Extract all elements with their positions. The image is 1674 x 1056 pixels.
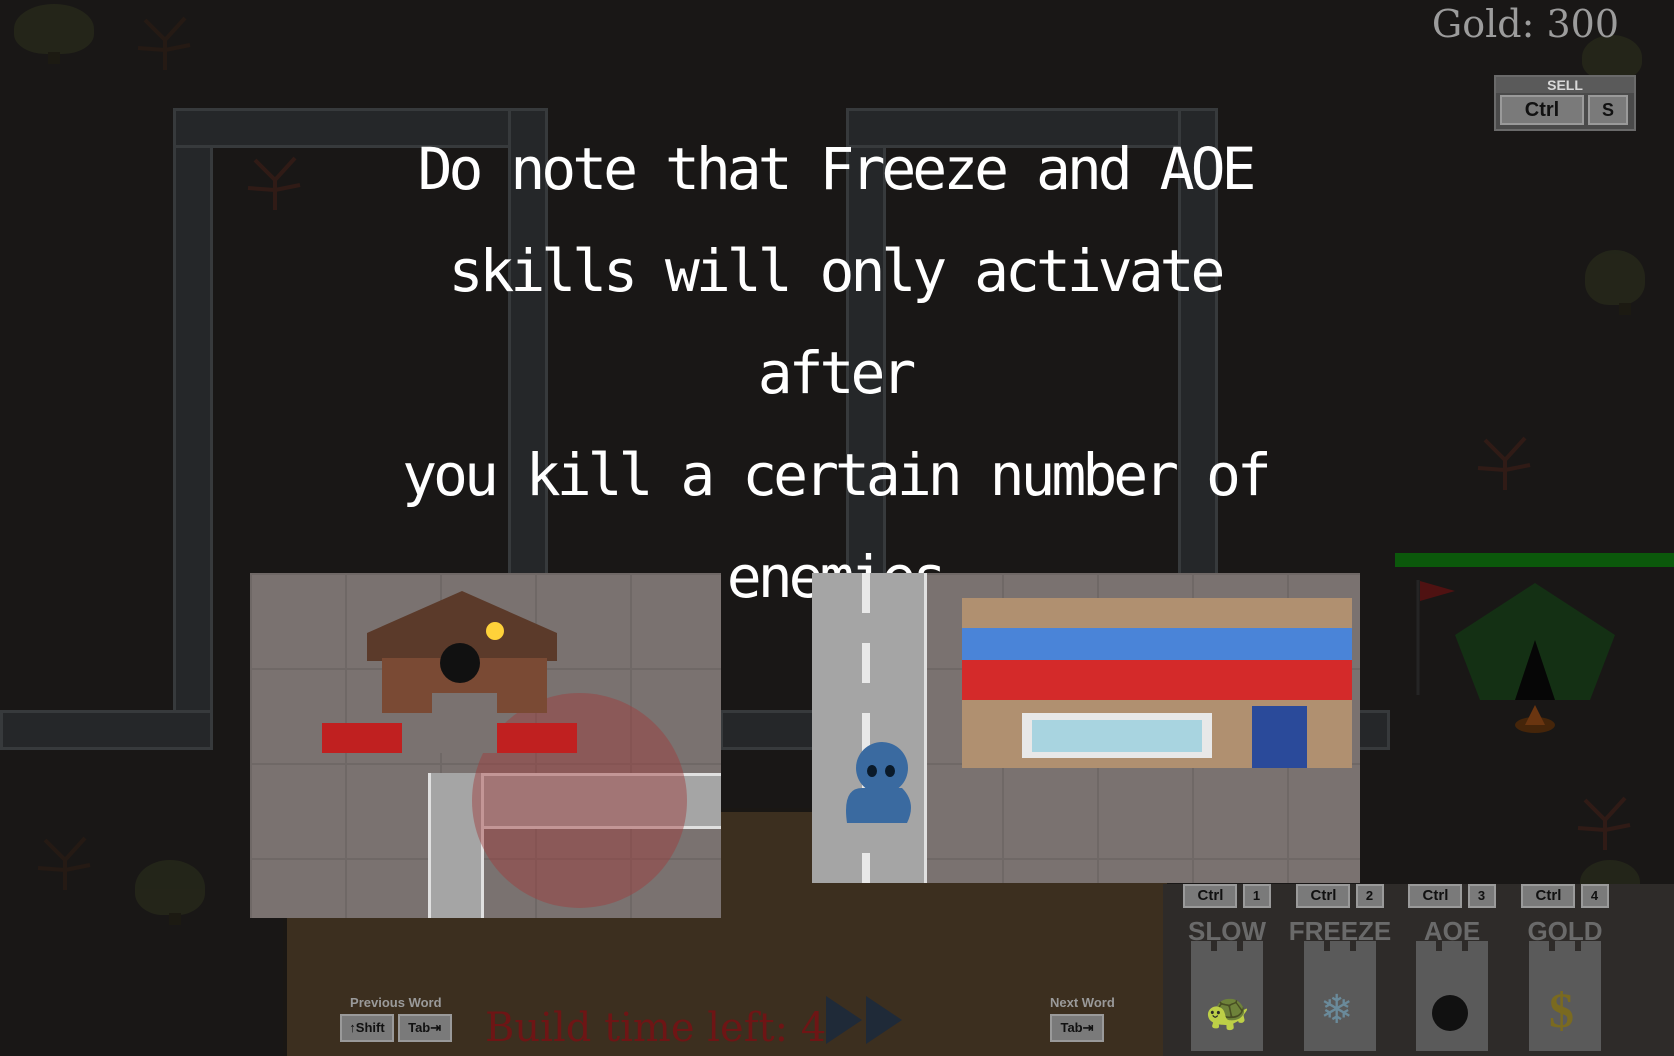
skill-ctrl-key: Ctrl [1408,884,1463,908]
skill-ctrl-key: Ctrl [1521,884,1576,908]
blue-ghost-enemy-sprite [846,742,911,823]
freeze-tower-icon: ❄ [1304,941,1376,1051]
sell-s-key: S [1588,95,1628,125]
sell-control[interactable]: SELL Ctrl S [1494,75,1636,131]
previous-word-label: Previous Word [350,995,442,1010]
tutorial-line: you kill a certain number of [402,441,1272,509]
previous-word-hint: Previous Word ↑Shift Tab⇥ [340,995,452,1042]
slow-tower-icon: 🐢 [1191,941,1263,1051]
next-word-label: Next Word [1050,995,1115,1010]
skill-number-key: 3 [1467,884,1496,908]
gold-counter: Gold: 300 [1431,2,1619,46]
skill-aoe[interactable]: Ctrl 3 AOE [1397,884,1507,1051]
skill-slow[interactable]: Ctrl 1 SLOW 🐢 [1172,884,1282,1051]
game-map: Gold: 300 SELL Ctrl S Do note that Freez… [0,0,1674,1056]
skill-gold[interactable]: Ctrl 4 GOLD $ [1510,884,1620,1051]
skill-number-key: 4 [1580,884,1609,908]
sell-label: SELL [1496,77,1634,93]
tutorial-line: skills will only activate after [448,237,1226,407]
sell-ctrl-key: Ctrl [1500,95,1584,125]
gold-tower-icon: $ [1529,941,1601,1051]
skill-freeze[interactable]: Ctrl 2 FREEZE ❄ [1285,884,1395,1051]
shift-key: ↑Shift [340,1014,394,1042]
build-time-counter: Build time left: 4 [485,1005,827,1051]
freeze-shop-illustration [812,573,1360,883]
skill-ctrl-key: Ctrl [1183,884,1238,908]
bomb-tower-sprite [322,591,577,753]
skill-number-key: 2 [1355,884,1384,908]
fast-forward-button[interactable] [822,992,908,1048]
road-lane-marking [862,573,870,883]
dollar-icon: $ [1549,982,1574,1038]
skill-number-key: 1 [1242,884,1271,908]
shop-building-sprite [962,598,1352,768]
snowflake-icon: ❄ [1320,987,1354,1033]
tutorial-message: Do note that Freeze and AOE skills will … [400,118,1272,628]
tab-key: Tab⇥ [1050,1014,1104,1042]
turtle-icon: 🐢 [1205,992,1250,1033]
skill-ctrl-key: Ctrl [1296,884,1351,908]
next-word-hint: Next Word Tab⇥ [1050,995,1115,1042]
bomb-icon [1432,995,1468,1031]
tab-key: Tab⇥ [397,1014,452,1042]
tutorial-line: Do note that Freeze and AOE [417,135,1257,203]
aoe-tower-icon [1416,941,1488,1051]
aoe-tower-illustration [250,573,721,918]
